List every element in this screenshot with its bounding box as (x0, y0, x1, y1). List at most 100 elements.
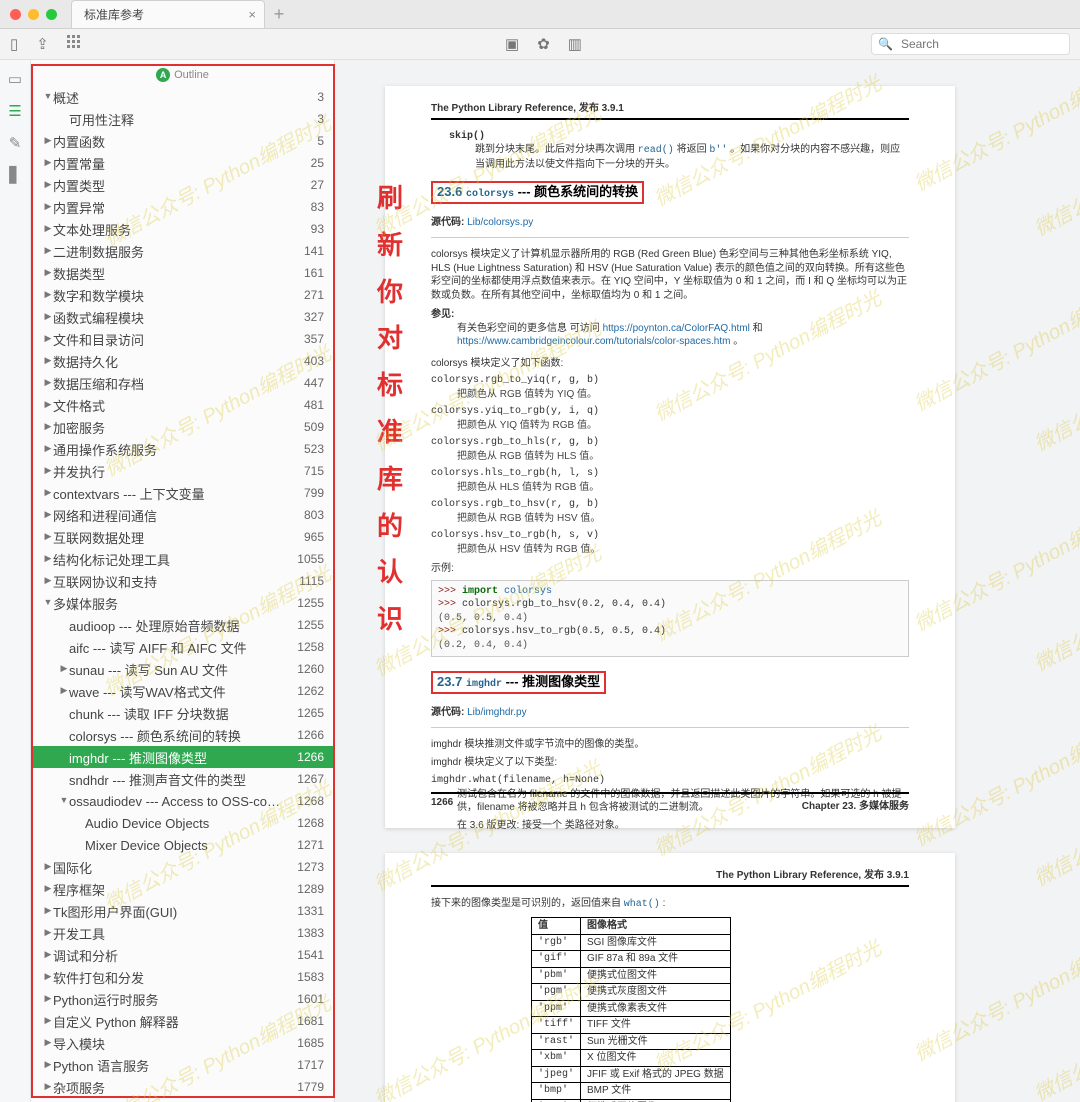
outline-item[interactable]: ▶互联网数据处理965 (31, 526, 334, 548)
outline-item[interactable]: ▶数字和数学模块271 (31, 284, 334, 306)
disclosure-icon[interactable]: ▶ (43, 311, 53, 322)
zoom-window-icon[interactable] (46, 9, 57, 20)
outline-item[interactable]: ▼多媒体服务1255 (31, 592, 334, 614)
disclosure-icon[interactable]: ▶ (43, 201, 53, 212)
disclosure-icon[interactable]: ▶ (43, 509, 53, 520)
disclosure-icon[interactable]: ▼ (43, 597, 53, 607)
outline-item[interactable]: ▶Tk图形用户界面(GUI)1331 (31, 900, 334, 922)
outline-item[interactable]: ▼ossaudiodev --- Access to OSS-compa...1… (31, 790, 334, 812)
annotate-icon[interactable]: ✎ (9, 134, 22, 152)
outline-item[interactable]: ▶调试和分析1541 (31, 944, 334, 966)
outline-item[interactable]: ▶内置类型27 (31, 174, 334, 196)
outline-item[interactable]: ▶内置常量25 (31, 152, 334, 174)
source-link[interactable]: Lib/colorsys.py (467, 217, 533, 228)
grid-icon[interactable] (67, 35, 81, 53)
disclosure-icon[interactable]: ▶ (43, 861, 53, 872)
disclosure-icon[interactable]: ▶ (43, 1037, 53, 1048)
bookmark-icon[interactable]: ▋ (9, 166, 21, 184)
disclosure-icon[interactable]: ▶ (43, 355, 53, 366)
outline-item[interactable]: ▶sunau --- 读写 Sun AU 文件1260 (31, 658, 334, 680)
disclosure-icon[interactable]: ▼ (43, 91, 53, 101)
outline-item[interactable]: ▶自定义 Python 解释器1681 (31, 1010, 334, 1032)
close-window-icon[interactable] (10, 9, 21, 20)
disclosure-icon[interactable]: ▶ (43, 1059, 53, 1070)
disclosure-icon[interactable]: ▶ (43, 883, 53, 894)
source-link[interactable]: Lib/imghdr.py (467, 707, 526, 718)
outline-item[interactable]: aifc --- 读写 AIFF 和 AIFC 文件1258 (31, 636, 334, 658)
outline-item[interactable]: ▶Python运行时服务1601 (31, 988, 334, 1010)
disclosure-icon[interactable]: ▶ (43, 949, 53, 960)
outline-item[interactable]: ▶国际化1273 (31, 856, 334, 878)
outline-item[interactable]: ▶杂项服务1779 (31, 1076, 334, 1098)
disclosure-icon[interactable]: ▶ (43, 267, 53, 278)
outline-item[interactable]: audioop --- 处理原始音频数据1255 (31, 614, 334, 636)
outline-item[interactable]: ▶数据类型161 (31, 262, 334, 284)
outline-item[interactable]: ▶结构化标记处理工具1055 (31, 548, 334, 570)
outline-item[interactable]: ▶互联网协议和支持1115 (31, 570, 334, 592)
disclosure-icon[interactable]: ▶ (43, 223, 53, 234)
outline-item[interactable]: ▶contextvars --- 上下文变量799 (31, 482, 334, 504)
layout-icon[interactable]: ▥ (568, 35, 582, 53)
outline-item[interactable]: colorsys --- 颜色系统间的转换1266 (31, 724, 334, 746)
disclosure-icon[interactable]: ▶ (43, 289, 53, 300)
outline-item[interactable]: ▶文件和目录访问357 (31, 328, 334, 350)
disclosure-icon[interactable]: ▶ (43, 179, 53, 190)
outline-item[interactable]: ▶Windows系统相关模块1783 (31, 1098, 334, 1102)
outline-item[interactable]: ▶加密服务509 (31, 416, 334, 438)
document-view[interactable]: The Python Library Reference, 发布 3.9.1 s… (334, 60, 1080, 1102)
disclosure-icon[interactable]: ▶ (43, 1015, 53, 1026)
outline-item[interactable]: ▶数据持久化403 (31, 350, 334, 372)
disclosure-icon[interactable]: ▶ (43, 553, 53, 564)
outline-item[interactable]: ▶函数式编程模块327 (31, 306, 334, 328)
disclosure-icon[interactable]: ▶ (43, 993, 53, 1004)
minimize-window-icon[interactable] (28, 9, 39, 20)
disclosure-icon[interactable]: ▶ (43, 971, 53, 982)
new-tab-button[interactable]: + (269, 4, 289, 25)
disclosure-icon[interactable]: ▶ (43, 333, 53, 344)
outline-icon[interactable]: ☰ (8, 102, 21, 120)
outline-item[interactable]: ▶并发执行715 (31, 460, 334, 482)
outline-item[interactable]: ▼概述3 (31, 86, 334, 108)
outline-item[interactable]: ▶软件打包和分发1583 (31, 966, 334, 988)
outline-item[interactable]: ▶内置异常83 (31, 196, 334, 218)
outline-item[interactable]: ▶内置函数5 (31, 130, 334, 152)
outline-item[interactable]: ▶wave --- 读写WAV格式文件1262 (31, 680, 334, 702)
outline-item[interactable]: ▶数据压缩和存档447 (31, 372, 334, 394)
disclosure-icon[interactable]: ▶ (43, 927, 53, 938)
search-input[interactable] (899, 36, 1063, 52)
disclosure-icon[interactable]: ▶ (59, 685, 69, 696)
disclosure-icon[interactable]: ▶ (59, 663, 69, 674)
outline-item[interactable]: Mixer Device Objects1271 (31, 834, 334, 856)
share-icon[interactable]: ⇪ (36, 35, 49, 53)
outline-item[interactable]: ▶网络和进程间通信803 (31, 504, 334, 526)
outline-item[interactable]: ▶通用操作系统服务523 (31, 438, 334, 460)
outline-item[interactable]: Audio Device Objects1268 (31, 812, 334, 834)
disclosure-icon[interactable]: ▶ (43, 399, 53, 410)
outline-item[interactable]: ▶Python 语言服务1717 (31, 1054, 334, 1076)
sidebar-toggle-icon[interactable]: ▯ (10, 35, 18, 53)
outline-item[interactable]: ▶二进制数据服务141 (31, 240, 334, 262)
outline-item[interactable]: sndhdr --- 推测声音文件的类型1267 (31, 768, 334, 790)
close-tab-icon[interactable]: × (248, 7, 256, 22)
disclosure-icon[interactable]: ▶ (43, 1081, 53, 1092)
document-tab[interactable]: 标准库参考 × (71, 0, 265, 28)
disclosure-icon[interactable]: ▶ (43, 245, 53, 256)
disclosure-icon[interactable]: ▶ (43, 135, 53, 146)
disclosure-icon[interactable]: ▼ (59, 795, 69, 805)
search-box[interactable]: 🔍 (871, 33, 1070, 55)
disclosure-icon[interactable]: ▶ (43, 421, 53, 432)
settings-icon[interactable]: ✿ (537, 35, 550, 53)
disclosure-icon[interactable]: ▶ (43, 905, 53, 916)
outline-item[interactable]: ▶文件格式481 (31, 394, 334, 416)
outline-item[interactable]: 可用性注释3 (31, 108, 334, 130)
disclosure-icon[interactable]: ▶ (43, 487, 53, 498)
outline-item[interactable]: ▶开发工具1383 (31, 922, 334, 944)
disclosure-icon[interactable]: ▶ (43, 575, 53, 586)
outline-item[interactable]: ▶文本处理服务93 (31, 218, 334, 240)
fit-page-icon[interactable]: ▣ (505, 35, 519, 53)
page-thumbnails-icon[interactable]: ▭ (8, 70, 22, 88)
outline-item[interactable]: ▶程序框架1289 (31, 878, 334, 900)
outline-item[interactable]: ▶导入模块1685 (31, 1032, 334, 1054)
outline-item[interactable]: imghdr --- 推测图像类型1266 (31, 746, 334, 768)
disclosure-icon[interactable]: ▶ (43, 443, 53, 454)
